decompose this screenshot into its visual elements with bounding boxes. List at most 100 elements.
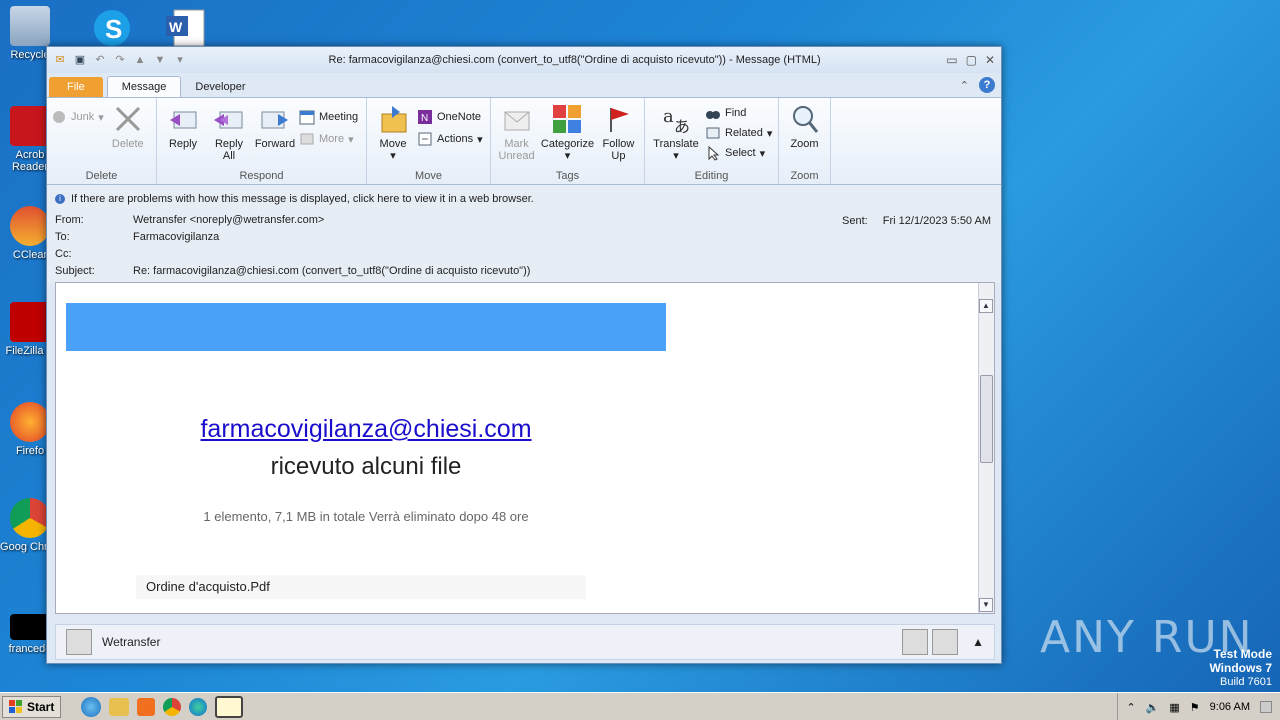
received-heading: ricevuto alcuni file — [270, 453, 462, 480]
svg-text:N: N — [421, 113, 428, 124]
maximize-button[interactable]: ▢ — [966, 53, 977, 67]
sent-label: Sent: — [842, 215, 868, 227]
more-icon — [300, 133, 314, 145]
meeting-button[interactable]: Meeting — [299, 108, 358, 126]
undo-icon[interactable]: ↶ — [93, 53, 107, 67]
clock[interactable]: 9:06 AM — [1210, 701, 1250, 713]
info-bar-text: If there are problems with how this mess… — [71, 193, 534, 205]
svg-text:W: W — [169, 19, 183, 35]
word-doc-icon[interactable]: W — [162, 6, 210, 47]
tab-message[interactable]: Message — [106, 76, 182, 97]
watermark-line3: Build 7601 — [1220, 676, 1272, 688]
taskbar: Start ⌃ 🔈 ▦ ⚑ 9:06 AM — [0, 692, 1280, 720]
select-button[interactable]: Select ▾ — [705, 144, 772, 162]
info-icon: i — [55, 194, 65, 204]
message-header: i If there are problems with how this me… — [47, 185, 1001, 283]
chrome-taskbar-icon[interactable] — [163, 697, 182, 716]
group-label-editing: Editing — [694, 170, 729, 182]
tab-file[interactable]: File — [49, 77, 103, 97]
people-list-icon[interactable] — [932, 629, 959, 655]
actions-icon — [418, 132, 432, 146]
people-view-icon[interactable] — [902, 629, 929, 655]
attachment-file-row[interactable]: Ordine d'acquisto.Pdf — [136, 575, 586, 599]
mark-unread-label-line1: Mark — [504, 138, 529, 150]
onenote-button[interactable]: N OneNote — [417, 108, 483, 126]
windows-logo-icon — [9, 699, 22, 713]
group-zoom: Zoom Zoom — [779, 98, 831, 184]
minimize-button[interactable]: ▭ — [946, 53, 957, 67]
more-button[interactable]: More ▾ — [299, 130, 358, 148]
related-button[interactable]: Related ▾ — [705, 124, 772, 142]
reply-all-icon — [214, 111, 243, 129]
mark-unread-label-line2: Unread — [498, 150, 535, 162]
from-value[interactable]: Wetransfer <noreply@wetransfer.com> — [133, 214, 324, 226]
ribbon-tabs: File Message Developer ⌃ ? — [47, 73, 1001, 97]
group-respond: Reply Reply All Forward Meeting More ▾ R… — [157, 98, 367, 184]
file-name: Ordine d'acquisto.Pdf — [146, 579, 270, 594]
windows-watermark: Test Mode Windows 7 Build 7601 — [1209, 648, 1272, 689]
cc-label: Cc: — [55, 247, 72, 260]
people-pane-name[interactable]: Wetransfer — [102, 635, 160, 649]
translate-icon: aあ — [663, 106, 690, 134]
follow-up-label-line2: Up — [611, 150, 626, 162]
info-bar[interactable]: i If there are problems with how this me… — [55, 193, 993, 205]
people-pane: Wetransfer ▲ — [55, 624, 995, 660]
vertical-scrollbar[interactable]: ▲ ▼ — [978, 283, 994, 613]
scroll-up-arrow-icon[interactable]: ▲ — [979, 299, 993, 313]
quick-access-toolbar: ✉ ▣ ↶ ↷ ▲ ▼ ▾ — [53, 53, 203, 67]
outlook-message-window: ✉ ▣ ↶ ↷ ▲ ▼ ▾ Re: farmacovigilanza@chies… — [46, 46, 1002, 664]
down-arrow-icon[interactable]: ▼ — [153, 53, 167, 67]
explorer-icon[interactable] — [109, 697, 130, 716]
network-icon[interactable]: ▦ — [1169, 701, 1179, 714]
customize-qat-icon[interactable]: ▾ — [173, 53, 187, 67]
junk-icon — [53, 111, 65, 123]
group-editing: aあ Translate ▾ Find Related ▾ Select ▾ Edi — [645, 98, 779, 184]
media-player-icon[interactable] — [137, 697, 156, 716]
actions-button[interactable]: Actions ▾ — [417, 130, 483, 148]
find-label: Find — [725, 107, 747, 119]
to-value[interactable]: Farmacovigilanza — [133, 231, 219, 243]
ie-icon[interactable] — [81, 696, 102, 717]
reply-all-label-line2: All — [222, 150, 236, 162]
delete-x-icon — [115, 106, 140, 132]
onenote-label: OneNote — [437, 111, 482, 123]
to-row: To: Farmacovigilanza — [55, 228, 993, 245]
move-folder-icon — [381, 106, 407, 133]
start-button[interactable]: Start — [2, 695, 62, 718]
tab-developer[interactable]: Developer — [181, 77, 259, 97]
find-button[interactable]: Find — [705, 104, 772, 122]
tray-expand-icon[interactable]: ⌃ — [1126, 701, 1135, 714]
skype-icon[interactable]: S — [90, 6, 138, 46]
help-icon[interactable]: ? — [979, 77, 995, 93]
collapse-ribbon-icon[interactable]: ⌃ — [960, 79, 969, 92]
group-label-move: Move — [415, 170, 442, 182]
redo-icon[interactable]: ↷ — [113, 53, 127, 67]
mark-unread-icon — [504, 111, 530, 131]
subject-label: Subject: — [55, 264, 95, 277]
flag-tray-icon[interactable]: ⚑ — [1190, 701, 1200, 714]
related-label: Related — [725, 127, 763, 139]
collapse-pane-icon[interactable]: ▲ — [972, 635, 984, 649]
system-tray: ⌃ 🔈 ▦ ⚑ 9:06 AM — [1117, 693, 1280, 720]
group-label-respond: Respond — [239, 170, 284, 182]
message-body[interactable]: farmacovigilanza@chiesi.com ricevuto alc… — [55, 282, 995, 614]
save-icon[interactable]: ▣ — [73, 53, 87, 67]
scroll-thumb[interactable] — [980, 375, 993, 463]
scroll-down-arrow-icon[interactable]: ▼ — [979, 598, 993, 612]
watermark-line1: Test Mode — [1213, 647, 1272, 661]
related-icon — [706, 127, 720, 139]
group-delete: Junk ▾ Delete Delete — [47, 98, 157, 184]
show-desktop-icon[interactable] — [1260, 701, 1272, 713]
recipient-email-link[interactable]: farmacovigilanza@chiesi.com — [56, 415, 676, 444]
volume-icon[interactable]: 🔈 — [1146, 701, 1160, 714]
up-arrow-icon[interactable]: ▲ — [133, 53, 147, 67]
more-label: More — [319, 133, 345, 145]
svg-text:S: S — [105, 14, 122, 44]
to-label: To: — [55, 230, 70, 243]
outlook-taskbar-icon[interactable] — [215, 695, 244, 718]
group-label-tags: Tags — [555, 170, 580, 182]
junk-button[interactable]: Junk ▾ — [51, 108, 104, 126]
edge-icon[interactable] — [189, 697, 208, 716]
close-button[interactable]: ✕ — [985, 53, 995, 67]
group-move: Move ▾ N OneNote Actions ▾ Move — [367, 98, 491, 184]
